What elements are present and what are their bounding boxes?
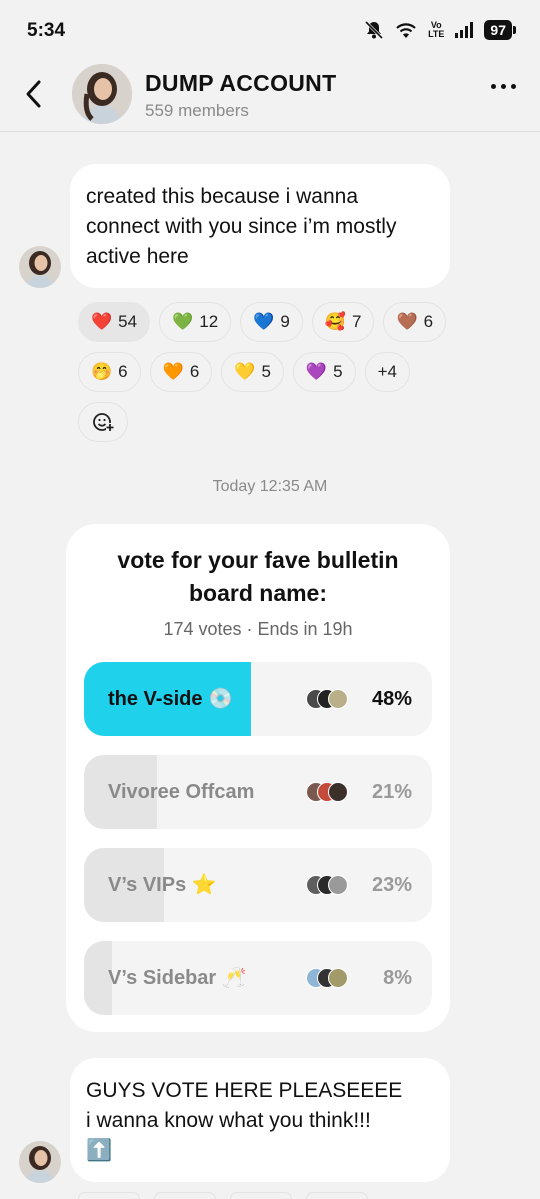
message-bubble[interactable]: GUYS VOTE HERE PLEASEEEE i wanna know wh…: [70, 1058, 450, 1182]
heart-brown-icon: 🤎: [396, 312, 418, 331]
voter-avatars[interactable]: [306, 968, 350, 988]
reactions-bar: ❤️ 54 💚 12 💙 9 🥰 7 🤎 6 🤭 6 🧡 6 💛 5 💜 5 +4: [78, 302, 458, 442]
more-options-button[interactable]: [491, 84, 516, 89]
message-line: GUYS VOTE HERE PLEASEEEE: [86, 1079, 403, 1102]
reaction-chip[interactable]: 🥰 7: [311, 302, 375, 342]
group-avatar[interactable]: [72, 64, 132, 124]
status-icons: Vo LTE 97: [364, 20, 516, 40]
reaction-chip[interactable]: 💚 12: [159, 302, 232, 342]
voter-avatar: [328, 968, 348, 988]
reaction-count: +4: [377, 362, 397, 381]
poll-option-label: V’s Sidebar 🥂: [108, 967, 247, 989]
heart-yellow-icon: 💛: [234, 362, 256, 381]
reaction-chip[interactable]: [154, 1192, 216, 1199]
add-emoji-icon: [93, 413, 114, 431]
volte-icon: Vo LTE: [428, 20, 445, 39]
more-reactions-chip[interactable]: +4: [364, 352, 410, 392]
dot-icon: [511, 84, 516, 89]
wifi-icon: [394, 21, 418, 39]
poll-option-percent: 21%: [371, 781, 412, 803]
heart-orange-icon: 🧡: [162, 362, 184, 381]
signal-icon: [454, 22, 474, 38]
poll-meta: 174 votes · Ends in 19h: [163, 619, 353, 639]
group-title[interactable]: DUMP ACCOUNT: [145, 70, 336, 97]
sender-avatar[interactable]: [19, 1141, 61, 1183]
reaction-chip[interactable]: 🧡 6: [149, 352, 213, 392]
status-bar: 5:34 Vo LTE 97: [0, 0, 540, 62]
status-time: 5:34: [27, 20, 66, 41]
poll-option-label: the V-side 💿: [108, 688, 233, 710]
reaction-count: 5: [261, 362, 271, 381]
reaction-chip[interactable]: [78, 1192, 140, 1199]
poll-option[interactable]: the V-side 💿 48%: [84, 662, 432, 736]
voter-avatars[interactable]: [306, 689, 350, 709]
back-button[interactable]: [18, 76, 50, 112]
reaction-count: 7: [352, 312, 362, 331]
poll-option[interactable]: Vivoree Offcam 21%: [84, 755, 432, 829]
voter-avatar: [328, 782, 348, 802]
heart-blue-icon: 💙: [253, 312, 275, 331]
dot-icon: [501, 84, 506, 89]
reaction-chip[interactable]: 💜 5: [292, 352, 356, 392]
reaction-chip[interactable]: [306, 1192, 368, 1199]
chevron-left-icon: [26, 80, 41, 108]
hand-over-mouth-icon: 🤭: [91, 362, 113, 381]
message-bubble[interactable]: created this because i wanna connect wit…: [70, 164, 450, 288]
reaction-count: 9: [280, 312, 290, 331]
reactions-bar-partial: [78, 1192, 418, 1199]
reaction-chip[interactable]: 💙 9: [240, 302, 303, 342]
member-count: 559 members: [145, 101, 249, 120]
poll-option-label: Vivoree Offcam: [108, 781, 255, 803]
battery-indicator: 97: [484, 20, 516, 40]
heart-purple-icon: 💜: [305, 362, 328, 381]
poll-question: vote for your fave bulletin board name:: [117, 547, 399, 606]
voter-avatars[interactable]: [306, 875, 350, 895]
mute-bell-icon: [364, 20, 384, 40]
reaction-count: 12: [199, 312, 219, 331]
timestamp-divider: Today 12:35 AM: [212, 478, 328, 495]
chat-header: DUMP ACCOUNT 559 members: [0, 62, 540, 132]
sender-avatar[interactable]: [19, 246, 61, 288]
voter-avatars[interactable]: [306, 782, 350, 802]
reaction-chip[interactable]: 🤭 6: [78, 352, 141, 392]
poll-option[interactable]: V’s VIPs ⭐ 23%: [84, 848, 432, 922]
heart-green-icon: 💚: [172, 312, 194, 331]
dot-icon: [491, 84, 496, 89]
poll-card: vote for your fave bulletin board name: 1…: [66, 524, 450, 1032]
reaction-chip[interactable]: 💛 5: [221, 352, 284, 392]
poll-option-percent: 23%: [371, 874, 412, 896]
reaction-count: 6: [118, 362, 128, 381]
reaction-count: 54: [118, 312, 138, 331]
poll-option-percent: 8%: [383, 967, 412, 989]
add-reaction-button[interactable]: [78, 402, 128, 442]
heart-red-icon: ❤️: [91, 312, 113, 331]
up-arrow-icon: ⬆️: [86, 1139, 113, 1162]
reaction-chip[interactable]: ❤️ 54: [78, 302, 151, 342]
reaction-count: 5: [333, 362, 343, 381]
poll-option[interactable]: V’s Sidebar 🥂 8%: [84, 941, 432, 1015]
reaction-chip[interactable]: [230, 1192, 292, 1199]
message-line: i wanna know what you think!!!: [86, 1109, 371, 1132]
reaction-chip[interactable]: 🤎 6: [383, 302, 447, 342]
reaction-count: 6: [189, 362, 200, 381]
poll-option-label: V’s VIPs ⭐: [108, 874, 217, 896]
voter-avatar: [328, 875, 348, 895]
smiling-hearts-icon: 🥰: [324, 312, 346, 331]
reaction-count: 6: [423, 312, 434, 331]
voter-avatar: [328, 689, 348, 709]
poll-option-percent: 48%: [371, 688, 412, 710]
